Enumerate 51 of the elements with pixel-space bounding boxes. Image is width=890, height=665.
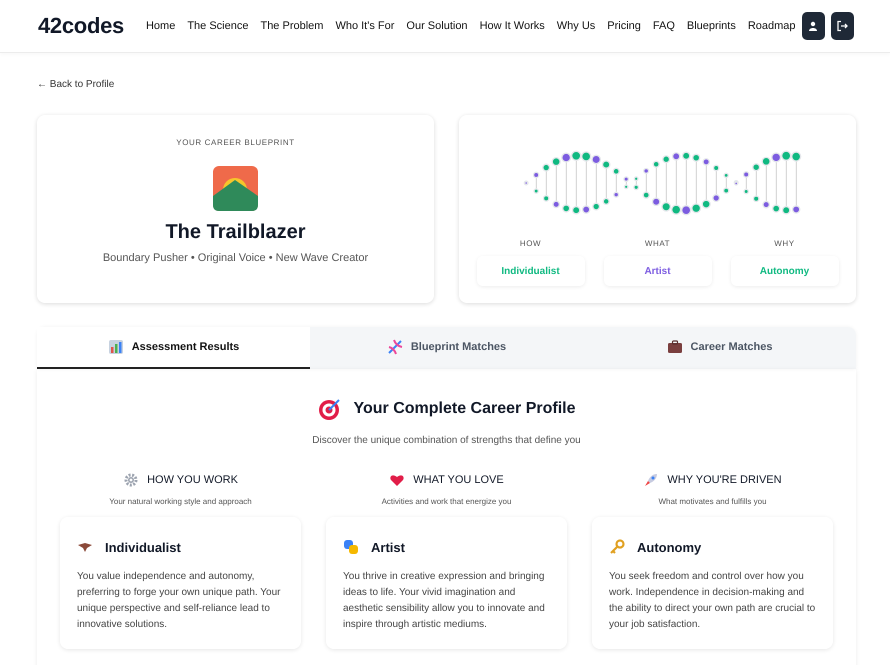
- nav-link[interactable]: Why Us: [556, 20, 596, 32]
- nav-link[interactable]: Blueprints: [686, 20, 736, 32]
- rocket-icon: [643, 472, 660, 488]
- blueprint-subtitle: Boundary Pusher • Original Voice • New Wave Creator: [102, 252, 368, 264]
- column-heading: HOW YOU WORK: [147, 474, 238, 486]
- dimension-label: HOW: [520, 239, 542, 248]
- target-icon: [318, 397, 342, 421]
- trait-description: You value independence and autonomy, preferring to forge your own unique path. Your unique perspective and self-reliance lead to innovative solutions.: [77, 570, 282, 632]
- blueprint-title: The Trailblazer: [165, 221, 306, 244]
- dimension-label: WHAT: [644, 239, 670, 248]
- gear-icon: [123, 472, 140, 488]
- profile-subtitle: Discover the unique combination of strengths that define you: [312, 435, 581, 446]
- tab[interactable]: Blueprint Matches: [310, 327, 583, 369]
- dimension-label: WHY: [774, 239, 795, 248]
- briefcase-icon: [666, 339, 683, 355]
- nav-link[interactable]: Who It's For: [335, 20, 394, 32]
- back-link[interactable]: ← Back to Profile: [37, 79, 114, 90]
- logout-button[interactable]: [830, 12, 854, 40]
- user-icon: [808, 21, 818, 31]
- theater-masks-icon: [343, 539, 359, 555]
- column-caption: Activities and work that energize you: [380, 497, 512, 506]
- trait-description: You thrive in creative expression and bringing ideas to life. Your vivid imagination and aesthetic sensibility allow you to innovate and inspire through artistic mediums.: [343, 570, 546, 632]
- tab[interactable]: Assessment Results: [37, 327, 310, 369]
- column-caption: Your natural working style and approach: [108, 497, 253, 506]
- profile-title: Your Complete Career Profile: [354, 400, 576, 418]
- column-heading: WHAT YOU LOVE: [413, 474, 504, 486]
- key-icon: [609, 539, 625, 555]
- column-caption: What motivates and fulfills you: [657, 497, 768, 506]
- dimension-value: Individualist: [476, 256, 584, 286]
- logo[interactable]: 42codes: [38, 13, 124, 39]
- nav-link[interactable]: Our Solution: [406, 20, 468, 32]
- nav-link[interactable]: Pricing: [607, 20, 641, 32]
- tab[interactable]: Career Matches: [583, 327, 856, 369]
- trait-description: You seek freedom and control over how you work. Independence in decision-making and the ability to direct your own path are crucial to your job satisfaction.: [609, 570, 816, 632]
- nav-link[interactable]: Roadmap: [748, 20, 796, 32]
- trait-title: Artist: [371, 540, 405, 554]
- nav-link[interactable]: FAQ: [652, 20, 675, 32]
- nav-link[interactable]: The Science: [187, 20, 248, 32]
- trait-title: Individualist: [105, 540, 181, 554]
- bar-chart-icon: [108, 339, 124, 355]
- nav-link[interactable]: Home: [146, 20, 176, 32]
- mountain-sunrise-icon: [213, 166, 258, 211]
- dimension-value: Artist: [604, 256, 712, 286]
- nav-link[interactable]: The Problem: [260, 20, 324, 32]
- dimension-value: Autonomy: [730, 256, 838, 286]
- nav-link[interactable]: How It Works: [480, 20, 545, 32]
- column-heading: WHY YOU'RE DRIVEN: [667, 474, 782, 486]
- profile-button[interactable]: [802, 12, 825, 40]
- logout-icon: [836, 20, 848, 32]
- trait-title: Autonomy: [637, 540, 702, 554]
- card-eyebrow: YOUR CAREER BLUEPRINT: [176, 138, 295, 147]
